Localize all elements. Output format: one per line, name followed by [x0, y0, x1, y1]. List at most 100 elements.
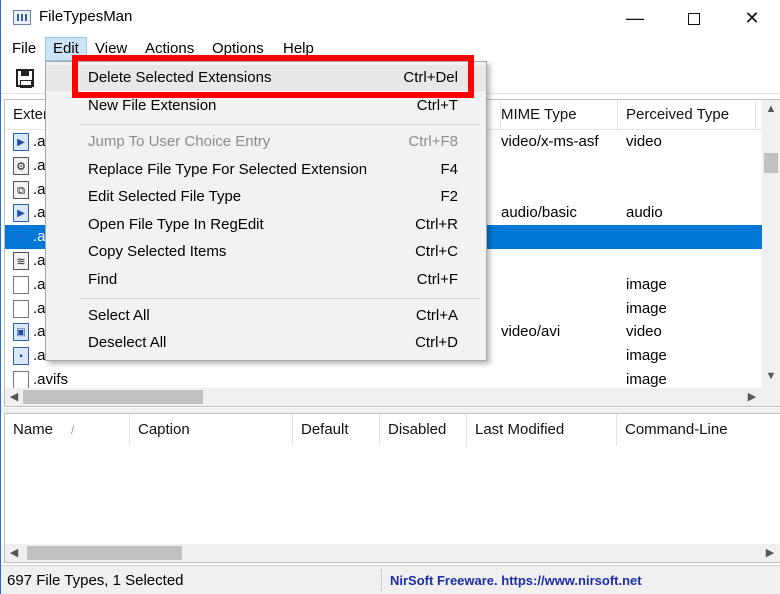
scroll-up-icon[interactable]: ▲ [762, 100, 780, 118]
sort-indicator-icon: / [71, 425, 75, 437]
menu-item-label: Edit Selected File Type [88, 188, 242, 205]
nirsoft-link[interactable]: NirSoft Freeware. https://www.nirsoft.ne… [390, 566, 642, 594]
column-header-caption[interactable]: Caption [130, 414, 293, 446]
menu-item-find[interactable]: Find Ctrl+F [46, 267, 486, 293]
scroll-right-icon[interactable]: ▶ [761, 544, 779, 562]
cell-extension: .a [33, 156, 46, 174]
system-file-icon: ⧉ [13, 180, 29, 199]
vertical-scrollbar[interactable]: ▲ ▼ [762, 100, 780, 390]
main-window: FileTypesMan — ✕ File Edit View Actions … [0, 0, 780, 594]
menu-separator [80, 298, 480, 299]
menu-file[interactable]: File [5, 37, 43, 61]
maximize-icon [688, 13, 700, 26]
cell-extension: .a [33, 299, 46, 317]
cell-extension: .a [33, 347, 46, 365]
menu-item-label: Copy Selected Items [88, 243, 227, 260]
menu-item-shortcut: Ctrl+R [415, 216, 458, 233]
menu-item-shortcut: Ctrl+F8 [408, 133, 458, 150]
column-header-command-line[interactable]: Command-Line [617, 414, 780, 446]
menu-view[interactable]: View [88, 37, 134, 61]
minimize-button[interactable]: — [606, 0, 664, 36]
column-header-perceived-type[interactable]: Perceived Type [618, 100, 756, 130]
scroll-thumb[interactable] [23, 390, 203, 404]
horizontal-scrollbar[interactable]: ◀ ▶ [5, 388, 764, 406]
column-header-name[interactable]: Name / [5, 414, 130, 446]
menu-item-jump-to-user-choice: Jump To User Choice Entry Ctrl+F8 [46, 129, 486, 155]
menu-item-shortcut: F4 [440, 161, 458, 178]
floppy-disk-icon [16, 69, 34, 88]
cell-extension: .a [33, 133, 46, 150]
cell-mime-type: video/x-ms-asf [501, 133, 599, 150]
cell-perceived-type: image [626, 347, 667, 365]
menu-item-label: Jump To User Choice Entry [88, 133, 271, 150]
menu-options[interactable]: Options [205, 37, 271, 61]
menu-item-new-file-extension[interactable]: New File Extension Ctrl+T [46, 93, 486, 119]
menu-item-label: Delete Selected Extensions [88, 69, 272, 86]
column-header-last-modified[interactable]: Last Modified [467, 414, 617, 446]
scroll-right-icon[interactable]: ▶ [743, 388, 761, 406]
cell-extension: .a [33, 275, 46, 293]
title-bar: FileTypesMan — ✕ [1, 0, 780, 36]
menu-item-label: Replace File Type For Selected Extension [88, 161, 368, 178]
window-title: FileTypesMan [39, 8, 133, 25]
actions-list-header: Name / Caption Default Disabled Last Modi… [5, 414, 780, 446]
actions-list[interactable]: Name / Caption Default Disabled Last Modi… [4, 413, 780, 563]
menu-item-shortcut: Ctrl+T [416, 97, 458, 114]
menu-item-deselect-all[interactable]: Deselect All Ctrl+D [46, 330, 486, 356]
cell-perceived-type: video [626, 323, 662, 341]
column-header-disabled[interactable]: Disabled [380, 414, 467, 446]
media-file-icon: ▶ [13, 133, 29, 151]
cell-mime-type: video/avi [501, 323, 561, 341]
menu-help[interactable]: Help [276, 37, 321, 61]
system-file-icon: ⚙ [13, 156, 29, 175]
scroll-left-icon[interactable]: ◀ [5, 388, 23, 406]
cell-extension: .a [33, 251, 46, 269]
menu-item-edit-selected-file-type[interactable]: Edit Selected File Type F2 [46, 184, 486, 210]
cell-extension: .a [33, 323, 46, 341]
menu-item-select-all[interactable]: Select All Ctrl+A [46, 303, 486, 329]
menu-item-shortcut: F2 [440, 188, 458, 205]
menu-item-copy-selected-items[interactable]: Copy Selected Items Ctrl+C [46, 239, 486, 265]
column-header-default[interactable]: Default [293, 414, 380, 446]
media-file-icon: ▶ [13, 204, 29, 223]
menu-edit[interactable]: Edit [45, 37, 87, 61]
menu-item-shortcut: Ctrl+C [415, 243, 458, 260]
blank-file-icon [13, 275, 29, 294]
menu-item-open-in-regedit[interactable]: Open File Type In RegEdit Ctrl+R [46, 212, 486, 238]
edit-menu-dropdown: Delete Selected Extensions Ctrl+Del New … [45, 61, 487, 361]
horizontal-scrollbar[interactable]: ◀ ▶ [5, 544, 780, 562]
close-button[interactable]: ✕ [723, 0, 780, 36]
menu-item-label: New File Extension [88, 97, 217, 114]
blank-file-icon [13, 299, 29, 318]
maximize-button[interactable] [665, 0, 723, 36]
scroll-thumb[interactable] [27, 546, 182, 560]
scroll-down-icon[interactable]: ▼ [762, 367, 780, 385]
menu-item-label: Find [88, 271, 118, 288]
status-divider [381, 569, 382, 591]
scroll-thumb[interactable] [764, 153, 778, 173]
save-button[interactable] [11, 66, 37, 90]
menu-separator [80, 124, 480, 125]
cell-extension: .a [33, 228, 46, 246]
cell-perceived-type: image [626, 275, 667, 293]
media-file-icon: ▪ [13, 347, 29, 366]
network-file-icon: ✣ [15, 229, 27, 246]
menu-item-replace-file-type[interactable]: Replace File Type For Selected Extension… [46, 157, 486, 183]
cell-perceived-type: video [626, 133, 662, 150]
menu-actions[interactable]: Actions [138, 37, 201, 61]
status-bar: 697 File Types, 1 Selected NirSoft Freew… [1, 565, 780, 594]
menu-item-shortcut: Ctrl+D [415, 334, 458, 351]
scroll-left-icon[interactable]: ◀ [5, 544, 23, 562]
column-header-mime-type[interactable]: MIME Type [493, 100, 618, 130]
status-count: 697 File Types, 1 Selected [7, 572, 184, 589]
media-file-icon: ▣ [13, 323, 29, 342]
column-header-name-label: Name [13, 421, 54, 438]
menu-item-delete-selected-extensions[interactable]: Delete Selected Extensions Ctrl+Del [46, 65, 486, 91]
menu-item-label: Deselect All [88, 334, 167, 351]
blank-file-icon [13, 370, 29, 389]
menu-item-shortcut: Ctrl+F [416, 271, 458, 288]
cell-extension: .a [33, 204, 46, 222]
cell-perceived-type: audio [626, 204, 663, 222]
scrollbar-corner [762, 388, 780, 406]
menu-item-shortcut: Ctrl+Del [403, 69, 458, 86]
